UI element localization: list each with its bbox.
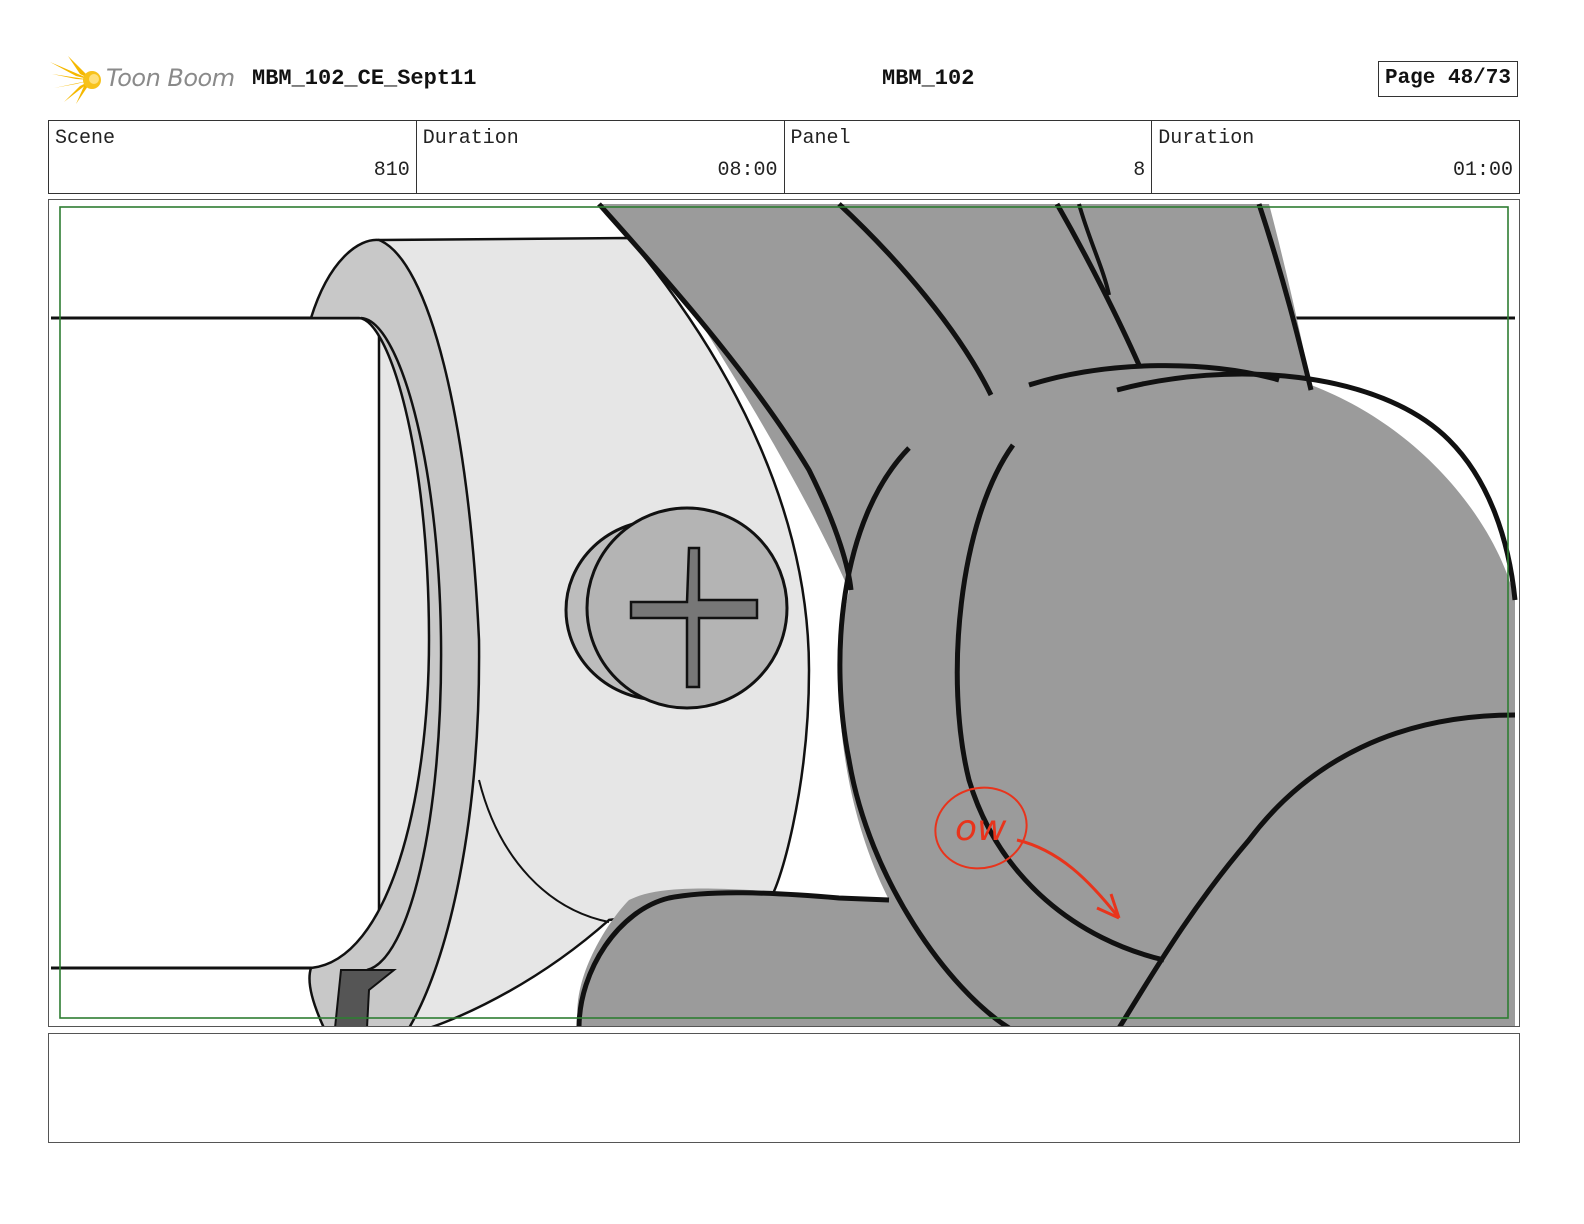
panel-value: 8 bbox=[1133, 159, 1146, 182]
panel-label: Panel bbox=[790, 127, 851, 150]
annotation-text: ow bbox=[955, 808, 1007, 849]
panel-duration-label: Duration bbox=[1158, 127, 1255, 150]
episode-name: MBM_102 bbox=[882, 66, 975, 91]
scene-duration-label: Duration bbox=[422, 127, 519, 150]
panel-drawing: ow bbox=[49, 202, 1518, 1026]
panel-cell: Panel 8 bbox=[785, 121, 1153, 193]
scene-duration-cell: Duration 08:00 bbox=[417, 121, 785, 193]
storyboard-panel[interactable]: ow bbox=[48, 199, 1520, 1027]
scene-value: 810 bbox=[373, 159, 410, 182]
panel-notes-box[interactable] bbox=[48, 1033, 1520, 1143]
pipe-body bbox=[49, 318, 389, 968]
panel-duration-value: 01:00 bbox=[1452, 159, 1513, 182]
scene-label: Scene bbox=[55, 127, 116, 150]
storyboard-header: Toon Boom MBM_102_CE_Sept11 MBM_102 Page… bbox=[48, 54, 1520, 106]
logo-text: Toon Boom bbox=[106, 64, 235, 92]
panel-duration-cell: Duration 01:00 bbox=[1152, 121, 1519, 193]
scene-duration-value: 08:00 bbox=[717, 159, 778, 182]
scene-info-table: Scene 810 Duration 08:00 Panel 8 Duratio… bbox=[48, 120, 1520, 194]
page-indicator: Page 48/73 bbox=[1377, 61, 1518, 97]
toon-boom-logo: Toon Boom bbox=[50, 54, 240, 106]
scene-cell: Scene 810 bbox=[49, 121, 417, 193]
project-name: MBM_102_CE_Sept11 bbox=[252, 66, 477, 91]
starburst-icon bbox=[50, 56, 101, 104]
